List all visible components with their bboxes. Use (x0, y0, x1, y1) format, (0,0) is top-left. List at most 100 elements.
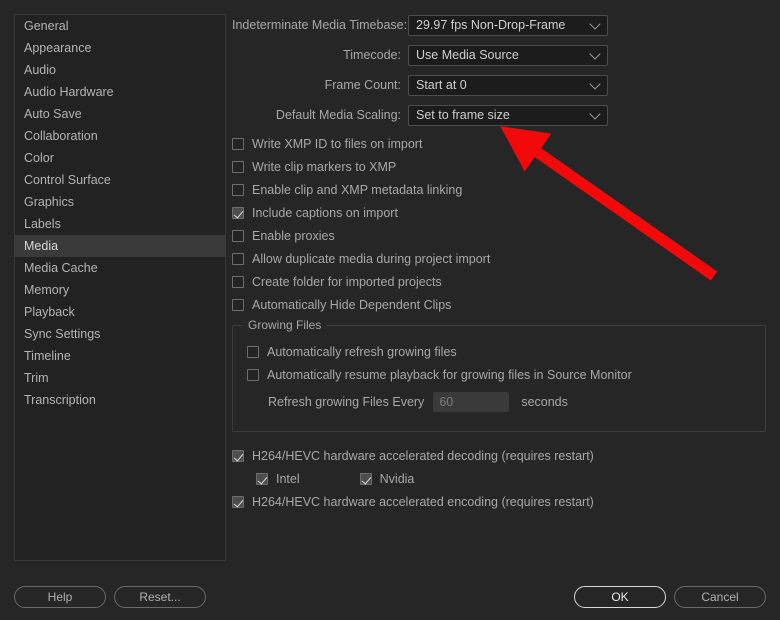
import-option-row[interactable]: Write clip markers to XMP (232, 157, 766, 177)
sidebar-item-appearance[interactable]: Appearance (15, 37, 225, 59)
hw-vendor-nvidia[interactable]: Nvidia (359, 469, 414, 489)
checkbox-icon[interactable] (232, 161, 244, 173)
checkbox-icon[interactable] (247, 369, 259, 381)
sidebar-item-sync-settings[interactable]: Sync Settings (15, 323, 225, 345)
dropdown-field-group: Indeterminate Media Timebase: 29.97 fps N… (232, 14, 766, 126)
checkbox-icon[interactable] (256, 473, 268, 485)
sidebar-item-graphics[interactable]: Graphics (15, 191, 225, 213)
refresh-interval-row: Refresh growing Files Every seconds (268, 391, 753, 412)
sidebar-item-memory[interactable]: Memory (15, 279, 225, 301)
field-label: Timecode: (343, 48, 401, 62)
import-option-row[interactable]: Enable clip and XMP metadata linking (232, 180, 766, 200)
field-row: Default Media Scaling: Set to frame size (232, 104, 766, 126)
chevron-down-icon (589, 48, 601, 60)
media-preferences-pane: Indeterminate Media Timebase: 29.97 fps N… (232, 14, 766, 561)
checkbox-icon[interactable] (232, 138, 244, 150)
sidebar-item-auto-save[interactable]: Auto Save (15, 103, 225, 125)
checkbox-icon[interactable] (232, 253, 244, 265)
checkbox-label: Write XMP ID to files on import (252, 137, 423, 151)
checkbox-label: Automatically refresh growing files (267, 345, 457, 359)
checkbox-label: Allow duplicate media during project imp… (252, 252, 491, 266)
checkbox-icon[interactable] (247, 346, 259, 358)
dropdown-3[interactable]: Set to frame size (408, 104, 608, 126)
dropdown-1[interactable]: Use Media Source (408, 44, 608, 66)
chevron-down-icon (589, 78, 601, 90)
hw-encoding-row[interactable]: H264/HEVC hardware accelerated encoding … (232, 492, 766, 512)
checkbox-label: Create folder for imported projects (252, 275, 442, 289)
hw-vendor-row: Intel Nvidia (256, 469, 766, 489)
growing-files-group: Growing Files Automatically refresh grow… (232, 318, 766, 432)
checkbox-label: Write clip markers to XMP (252, 160, 397, 174)
checkbox-icon[interactable] (232, 450, 244, 462)
checkbox-icon[interactable] (232, 207, 244, 219)
field-row: Frame Count: Start at 0 (232, 74, 766, 96)
checkbox-icon[interactable] (359, 473, 372, 485)
hw-decoding-label: H264/HEVC hardware accelerated decoding … (252, 449, 594, 463)
hw-vendor-intel[interactable]: Intel (256, 469, 300, 489)
checkbox-icon[interactable] (232, 230, 244, 242)
sidebar-item-transcription[interactable]: Transcription (15, 389, 225, 411)
sidebar-item-playback[interactable]: Playback (15, 301, 225, 323)
dropdown-value: Use Media Source (416, 48, 519, 62)
sidebar-item-timeline[interactable]: Timeline (15, 345, 225, 367)
sidebar-item-label: Memory (24, 283, 70, 297)
refresh-interval-unit: seconds (521, 394, 568, 409)
sidebar-item-label: Auto Save (24, 107, 82, 121)
import-option-row[interactable]: Include captions on import (232, 203, 766, 223)
checkbox-icon[interactable] (232, 496, 244, 508)
sidebar-item-audio[interactable]: Audio (15, 59, 225, 81)
import-option-row[interactable]: Create folder for imported projects (232, 272, 766, 292)
sidebar-item-media[interactable]: Media (15, 235, 225, 257)
checkbox-icon[interactable] (232, 299, 244, 311)
help-button[interactable]: Help (14, 586, 106, 608)
sidebar-item-general[interactable]: General (15, 15, 225, 37)
field-row: Indeterminate Media Timebase: 29.97 fps N… (232, 14, 766, 36)
dropdown-2[interactable]: Start at 0 (408, 74, 608, 96)
field-row: Timecode: Use Media Source (232, 44, 766, 66)
sidebar-item-trim[interactable]: Trim (15, 367, 225, 389)
ok-button[interactable]: OK (574, 586, 666, 608)
sidebar-item-label: Control Surface (24, 173, 111, 187)
sidebar-item-label: Trim (24, 371, 49, 385)
cancel-button[interactable]: Cancel (674, 586, 766, 608)
growing-files-option-row[interactable]: Automatically refresh growing files (247, 342, 753, 362)
dropdown-value: 29.97 fps Non-Drop-Frame (416, 18, 566, 32)
checkbox-icon[interactable] (232, 184, 244, 196)
sidebar-item-media-cache[interactable]: Media Cache (15, 257, 225, 279)
checkbox-icon[interactable] (232, 276, 244, 288)
dropdown-value: Set to frame size (416, 108, 510, 122)
import-option-row[interactable]: Automatically Hide Dependent Clips (232, 295, 766, 315)
sidebar-item-label: Playback (24, 305, 75, 319)
hw-encoding-label: H264/HEVC hardware accelerated encoding … (252, 495, 594, 509)
refresh-interval-input[interactable] (433, 391, 510, 412)
sidebar-item-label: Appearance (24, 41, 92, 55)
chevron-down-icon (589, 108, 601, 120)
import-option-row[interactable]: Enable proxies (232, 226, 766, 246)
checkbox-label: Include captions on import (252, 206, 398, 220)
hw-decoding-row[interactable]: H264/HEVC hardware accelerated decoding … (232, 446, 766, 466)
sidebar-item-collaboration[interactable]: Collaboration (15, 125, 225, 147)
checkbox-label: Enable clip and XMP metadata linking (252, 183, 463, 197)
sidebar-item-labels[interactable]: Labels (15, 213, 225, 235)
preferences-dialog: General Appearance Audio Audio Hardware Auto… (0, 0, 780, 620)
chevron-down-icon (589, 18, 601, 30)
sidebar-item-label: General (24, 19, 69, 33)
sidebar-item-label: Media (24, 239, 59, 253)
sidebar-item-audio-hardware[interactable]: Audio Hardware (15, 81, 225, 103)
hw-vendor-intel-label: Intel (276, 472, 300, 486)
sidebar-item-label: Media Cache (24, 261, 98, 275)
sidebar-item-label: Graphics (24, 195, 75, 209)
category-list[interactable]: General Appearance Audio Audio Hardware Auto… (14, 14, 226, 561)
import-option-row[interactable]: Allow duplicate media during project imp… (232, 249, 766, 269)
import-option-row[interactable]: Write XMP ID to files on import (232, 134, 766, 154)
growing-files-option-row[interactable]: Automatically resume playback for growin… (247, 365, 753, 385)
sidebar-item-color[interactable]: Color (15, 147, 225, 169)
sidebar-item-label: Collaboration (24, 129, 98, 143)
dropdown-0[interactable]: 29.97 fps Non-Drop-Frame (408, 14, 608, 36)
sidebar-item-control-surface[interactable]: Control Surface (15, 169, 225, 191)
sidebar-item-label: Timeline (24, 349, 71, 363)
sidebar-item-label: Transcription (24, 393, 96, 407)
hardware-acceleration-group: H264/HEVC hardware accelerated decoding … (232, 446, 766, 512)
reset-button[interactable]: Reset... (114, 586, 206, 608)
sidebar-item-label: Labels (24, 217, 61, 231)
